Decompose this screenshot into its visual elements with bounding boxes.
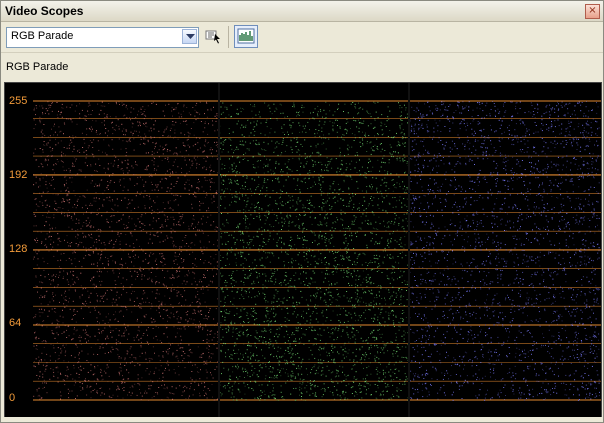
parade-channel	[33, 101, 220, 401]
rgb-parade-graph	[33, 83, 601, 418]
pick-icon	[205, 30, 220, 44]
parade-channel	[219, 101, 410, 401]
tick-label-128: 128	[9, 243, 28, 255]
title-bar: Video Scopes ×	[1, 1, 603, 22]
window-title: Video Scopes	[5, 4, 84, 18]
scope-display: 255 192 128 64 0	[4, 82, 602, 419]
waveform-icon	[237, 28, 255, 44]
scope-label-row: RGB Parade	[1, 53, 603, 79]
scope-view-button[interactable]	[234, 25, 258, 48]
pick-button[interactable]	[204, 27, 223, 46]
toolbar: RGB Parade	[1, 22, 603, 53]
scope-type-select[interactable]: RGB Parade	[6, 27, 199, 48]
chevron-down-icon[interactable]	[182, 29, 197, 44]
close-button[interactable]: ×	[585, 4, 600, 19]
tick-label-255: 255	[9, 95, 28, 107]
tick-label-192: 192	[9, 169, 28, 181]
scope-type-value: RGB Parade	[11, 30, 74, 42]
video-scopes-window: Video Scopes × RGB Parade RGB Parade 255…	[0, 0, 604, 423]
tick-label-64: 64	[9, 317, 22, 329]
parade-channel	[409, 101, 600, 401]
toolbar-separator	[228, 26, 229, 48]
scope-title: RGB Parade	[6, 61, 69, 73]
status-bar	[1, 417, 603, 422]
tick-label-0: 0	[9, 392, 16, 404]
